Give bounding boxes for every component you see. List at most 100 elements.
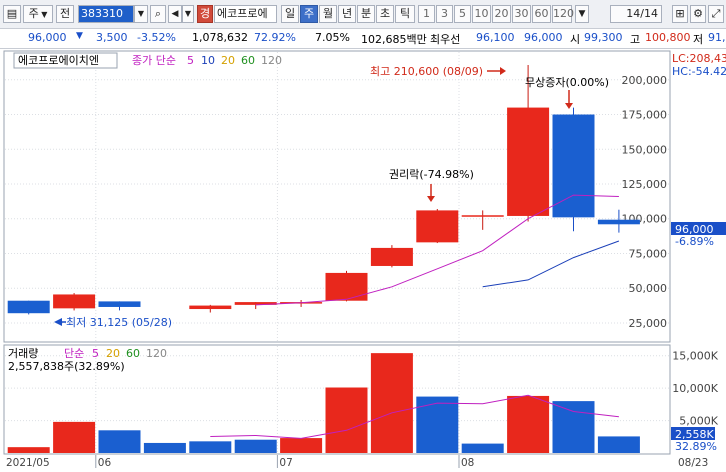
period-month[interactable]: 월 [319,5,337,23]
chart-settings-icon[interactable]: ⚙ [690,5,706,23]
layout-icon[interactable]: ⊞ [672,5,688,23]
candle-body [507,107,550,216]
high-annotation: 최고 210,600 (08/09) [370,65,483,78]
x-tick-label: 07 [279,457,292,469]
volume-bar [98,430,141,453]
volume-bar [7,447,50,453]
volume-value: 1,078,632 [192,31,248,44]
chart-canvas[interactable]: 25,00050,00075,000100,000125,000150,0001… [0,49,726,469]
rights-annotation: 권리락(-74.98%) [389,168,474,181]
expand-icon[interactable]: ⤢ [708,5,724,23]
stock-name-field[interactable]: 에코프로에 [214,5,277,23]
period-day[interactable]: 일 [281,5,299,23]
volume-bar [53,421,96,453]
ma-period-10: 10 [201,54,215,67]
volume-axis: 5,000K 10,000K 15,000K [672,350,718,428]
trade-amount: 102,685백만 [361,33,427,46]
interval-120[interactable]: 120 [552,5,574,23]
market-dropdown-value: 주 [28,7,39,20]
code-dropdown-icon[interactable]: ▼ [134,5,148,23]
volume-ratio: 72.92% [254,31,296,44]
ma-period-60: 60 [241,54,255,67]
period-second[interactable]: 초 [376,5,394,23]
turnover-rate: 7.05% [315,31,350,44]
volume-bar [507,395,550,453]
down-arrow-icon: ▼ [76,31,83,41]
high-price: 100,800 [645,31,691,44]
candle-body [325,272,368,301]
price-tick-label: 175,000 [622,109,668,122]
interval-30[interactable]: 30 [512,5,531,23]
x-tick-label: 08/23 [678,457,708,469]
interval-60[interactable]: 60 [532,5,551,23]
volume-ma-label: 단순 [64,347,84,360]
volume-ma-20: 20 [106,347,120,360]
bid-price-2: 96,000 [524,31,563,44]
volume-tick-label: 10,000K [672,382,718,395]
open-label: 시 [570,33,581,46]
volume-bar [189,441,232,453]
volume-tick-label: 15,000K [672,350,718,363]
interval-3[interactable]: 3 [436,5,453,23]
price-tick-label: 50,000 [629,282,668,295]
change-amount: 3,500 [96,31,128,44]
bid-price-1: 96,100 [476,31,515,44]
search-icon[interactable]: ⌕ [150,5,166,23]
bid-label: 최우선 [430,33,461,46]
volume-title: 거래량 [8,347,38,360]
prev-button[interactable]: 전 [56,5,74,23]
x-tick-label: 06 [98,457,112,469]
menu-icon[interactable]: ▤ [3,5,21,23]
volume-tick-label: 5,000K [679,415,718,428]
hc-label: HC:-54.42 [672,65,726,78]
toolbar: ▤ 주 ▼ 전 383310 ▼ ⌕ ◀ ▼ 경 에코프로에 일 주 월 년 분… [0,0,726,29]
change-percent: -3.52% [137,31,176,44]
volume-ma-5: 5 [92,347,99,360]
ma-period-120: 120 [261,54,282,67]
low-annotation: 최저 31,125 (05/28) [66,316,172,329]
chart-area[interactable]: 25,000 50,000 75,000 100,000 125,000 150,000 1… [0,49,726,469]
interval-10[interactable]: 10 [472,5,491,23]
period-tick[interactable]: 틱 [395,5,415,23]
period-minute[interactable]: 분 [357,5,375,23]
interval-20[interactable]: 20 [492,5,511,23]
warning-badge: 경 [197,5,213,23]
x-tick-label: 08 [461,457,474,469]
stock-code-input[interactable]: 383310 [78,5,134,23]
speaker-icon[interactable]: ◀ [168,5,182,23]
candle-body [7,300,50,314]
page-indicator: 14/14 [610,5,662,23]
volume-pct-tag: 32.89% [675,440,717,453]
interval-1[interactable]: 1 [418,5,435,23]
x-tick-label: 2021/05 [6,457,50,469]
period-year[interactable]: 년 [338,5,356,23]
price-tick-label: 200,000 [622,74,668,87]
current-price: 96,000 [28,31,67,44]
volume-bar [552,401,595,453]
period-week[interactable]: 주 [300,5,318,23]
market-dropdown[interactable]: 주 ▼ [23,5,53,23]
low-price: 91, [708,31,726,44]
x-axis: 2021/05 06 07 08 08/23 [6,455,708,469]
chevron-down-icon: ▼ [38,10,48,19]
volume-bar [370,353,413,453]
low-label: 저 [693,33,704,46]
volume-ma-60: 60 [126,347,140,360]
current-change-tag: -6.89% [675,235,714,248]
candle-body [370,247,413,266]
bonus-annotation: 무상증자(0.00%) [525,76,609,89]
ma-period-20: 20 [221,54,235,67]
candle-body [189,305,232,310]
speaker-dropdown-icon[interactable]: ▼ [182,5,194,23]
volume-summary: 2,557,838주(32.89%) [8,360,125,373]
interval-5[interactable]: 5 [454,5,471,23]
interval-dropdown-icon[interactable]: ▼ [575,5,589,23]
high-label: 고 [630,33,641,46]
candle-body [461,215,504,217]
volume-bar [143,442,186,453]
volume-bar [234,439,277,453]
candle-body [416,210,459,243]
candle-body [53,294,96,309]
price-tick-label: 25,000 [629,317,668,330]
open-price: 99,300 [584,31,623,44]
